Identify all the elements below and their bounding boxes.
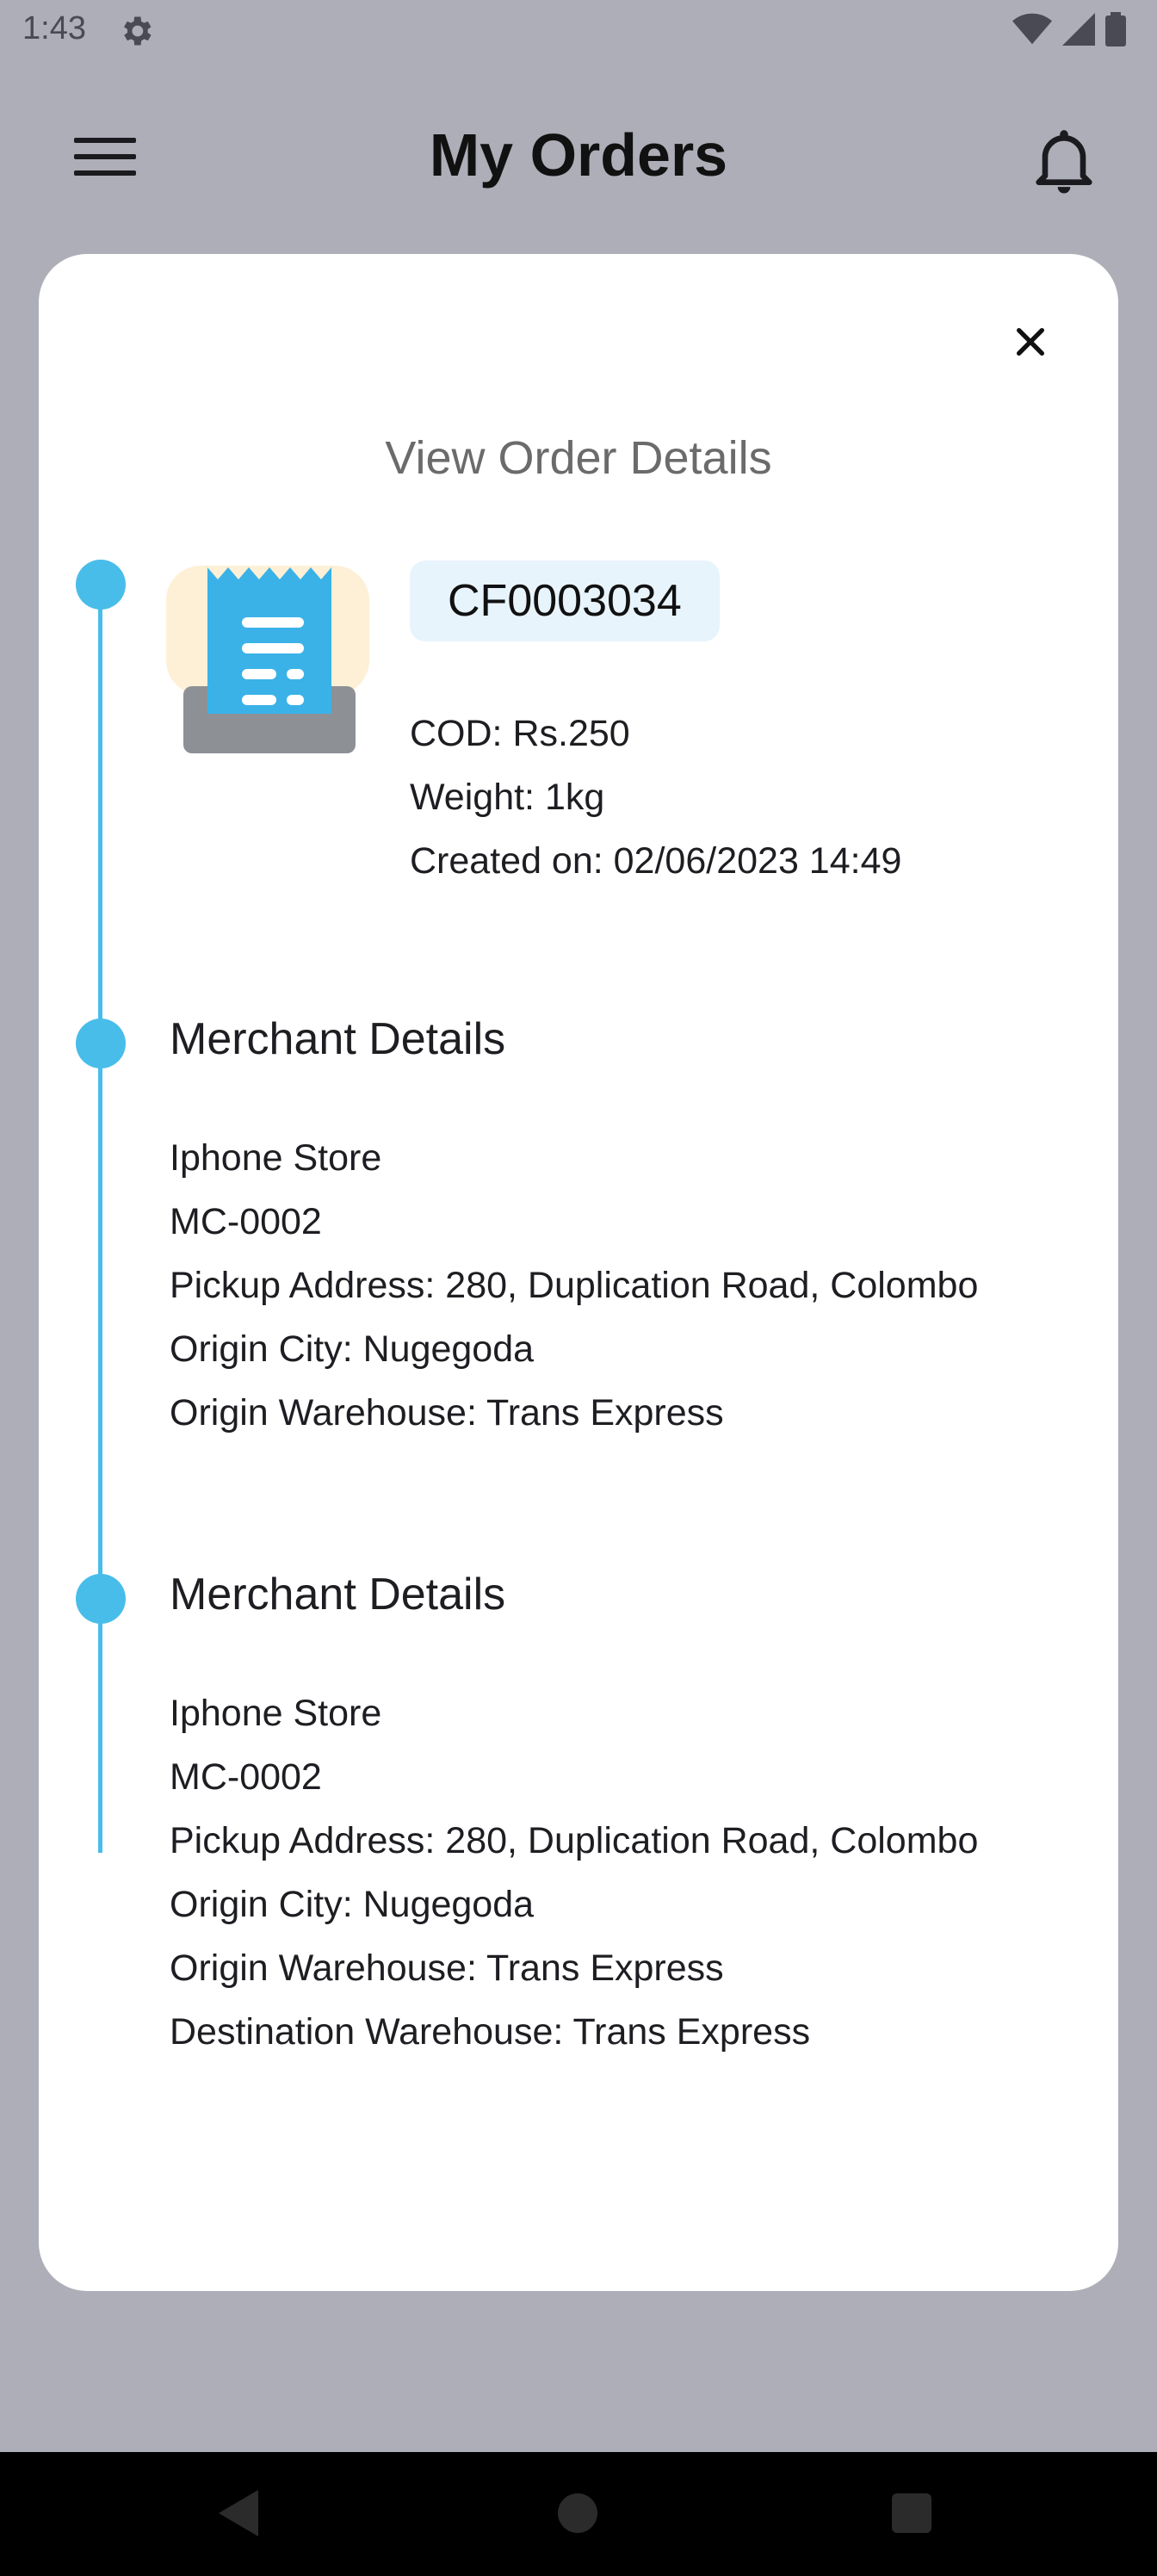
order-weight: Weight: 1kg <box>410 777 605 818</box>
destination-warehouse: Destination Warehouse: Trans Express <box>170 2011 811 2053</box>
origin-warehouse: Origin Warehouse: Trans Express <box>170 1392 724 1434</box>
order-cod: COD: Rs.250 <box>410 713 630 754</box>
system-nav-bar <box>0 2452 1157 2576</box>
home-icon[interactable] <box>558 2493 597 2533</box>
timeline-dot-merchant <box>76 1019 126 1068</box>
origin-city: Origin City: Nugegoda <box>170 1328 535 1370</box>
merchant-details-2: Iphone Store MC-0002 Pickup Address: 280… <box>170 1681 978 2064</box>
status-bar: 1:43 <box>0 0 1157 62</box>
merchant-name: Iphone Store <box>170 1137 382 1179</box>
timeline-line <box>98 584 102 1853</box>
pickup-address: Pickup Address: 280, Duplication Road, C… <box>170 1820 979 1861</box>
recents-icon[interactable] <box>892 2493 931 2533</box>
page-title: My Orders <box>429 121 728 189</box>
origin-warehouse: Origin Warehouse: Trans Express <box>170 1947 724 1989</box>
timeline-dot-destination <box>76 1574 126 1624</box>
status-right-icons <box>1012 12 1126 46</box>
receipt-icon <box>166 566 369 753</box>
signal-icon <box>1062 13 1095 46</box>
order-id-chip: CF0003034 <box>410 560 720 641</box>
pickup-address: Pickup Address: 280, Duplication Road, C… <box>170 1265 979 1306</box>
modal-title: View Order Details <box>385 432 772 484</box>
merchant-code: MC-0002 <box>170 1756 322 1798</box>
app-bar: My Orders <box>0 103 1157 215</box>
order-created-on: Created on: 02/06/2023 14:49 <box>410 840 902 882</box>
settings-gear-icon <box>124 16 152 46</box>
section-title-merchant: Merchant Details <box>170 1014 506 1064</box>
close-icon[interactable] <box>1003 314 1058 369</box>
wifi-icon <box>1012 13 1052 45</box>
bell-icon[interactable] <box>1026 122 1102 198</box>
merchant-name: Iphone Store <box>170 1693 382 1734</box>
merchant-code: MC-0002 <box>170 1201 322 1242</box>
merchant-details: Iphone Store MC-0002 Pickup Address: 280… <box>170 1126 978 1445</box>
back-icon[interactable] <box>219 2490 258 2536</box>
order-info: COD: Rs.250 Weight: 1kg Created on: 02/0… <box>410 702 901 893</box>
order-details-modal: View Order Details CF0003034 COD: Rs.250… <box>39 254 1118 2291</box>
timeline-dot-order <box>76 560 126 610</box>
battery-icon <box>1105 12 1126 46</box>
status-time: 1:43 <box>22 10 86 46</box>
origin-city: Origin City: Nugegoda <box>170 1884 535 1925</box>
section-title-merchant-2: Merchant Details <box>170 1570 506 1619</box>
